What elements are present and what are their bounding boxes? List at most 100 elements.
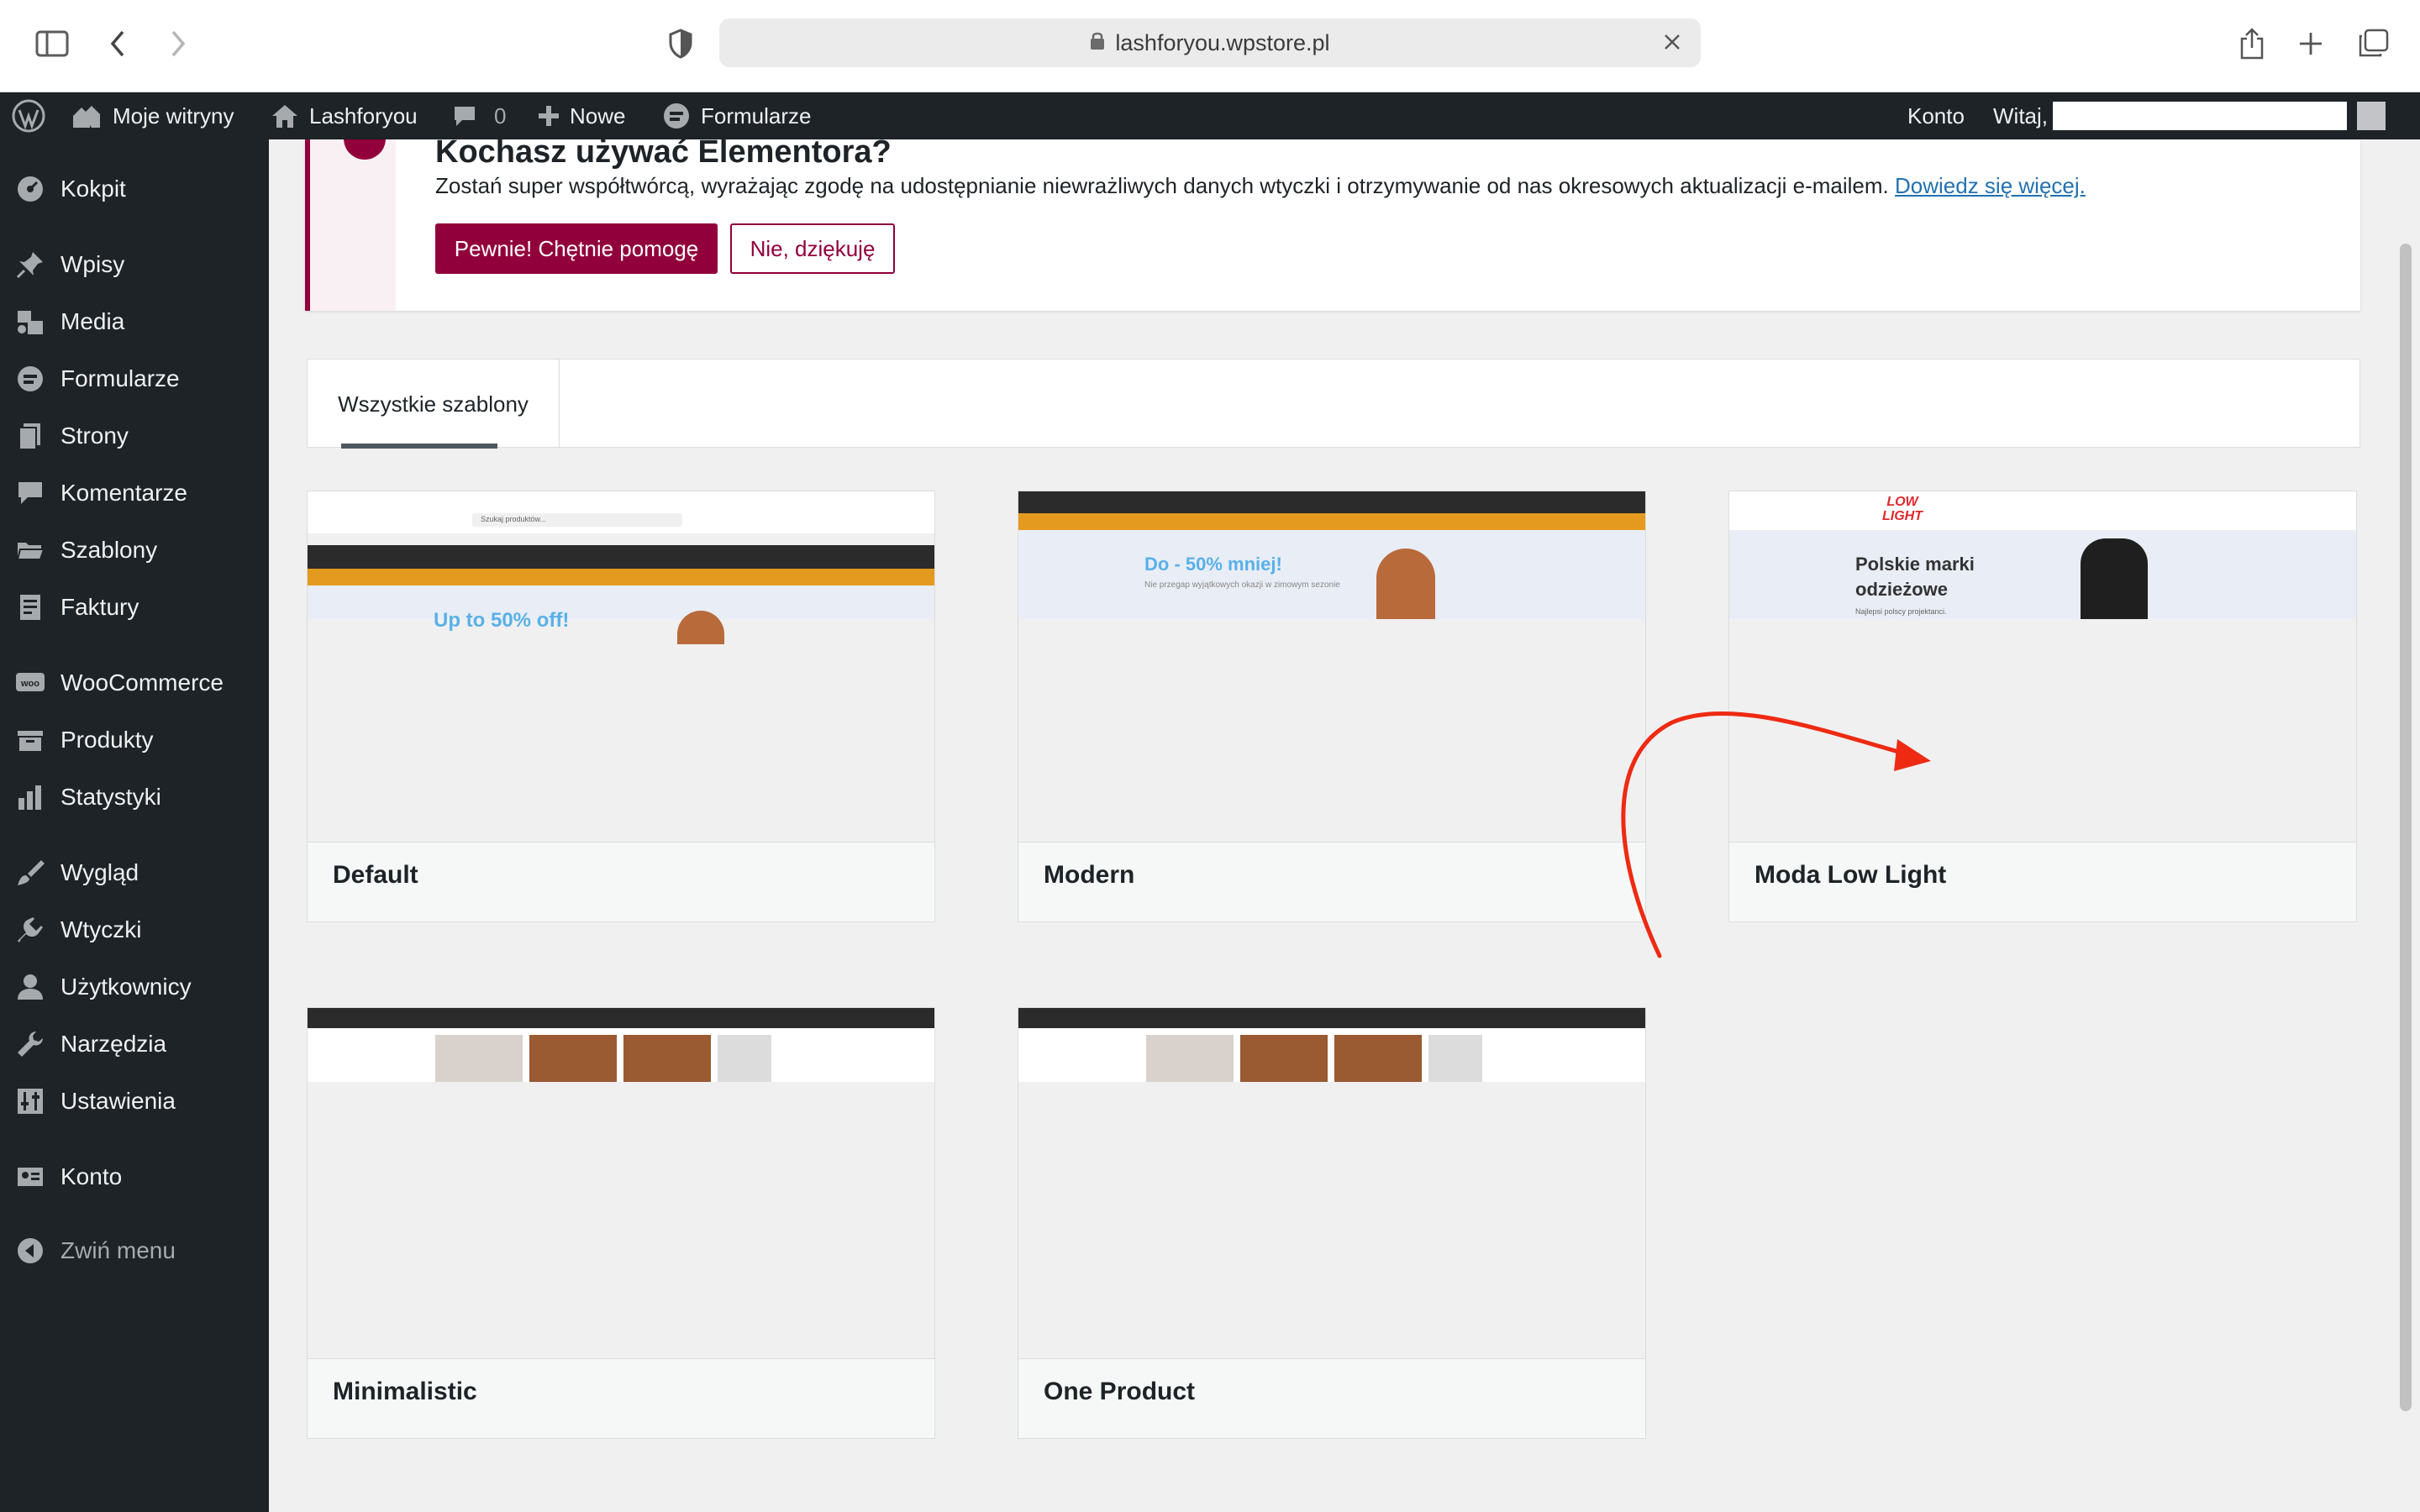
preview-products xyxy=(1018,1028,1645,1082)
sidebar-item-statistics[interactable]: Statystyki xyxy=(0,771,269,823)
preview-product-photo xyxy=(1146,1035,1234,1082)
accept-button[interactable]: Pewnie! Chętnie pomogę xyxy=(435,223,718,274)
preview-nav xyxy=(1018,491,1645,513)
my-sites-menu[interactable]: Moje witryny xyxy=(71,92,234,139)
comments-count: 0 xyxy=(494,102,507,129)
sidebar-item-invoices[interactable]: Faktury xyxy=(0,581,269,633)
decline-button[interactable]: Nie, dziękuję xyxy=(730,223,895,274)
media-icon xyxy=(15,307,45,337)
sidebar-item-label: Użytkownicy xyxy=(60,974,192,1000)
template-preview[interactable]: Do - 50% mniej! Nie przegap wyjątkowych … xyxy=(1018,491,1645,843)
learn-more-link[interactable]: Dowiedz się więcej. xyxy=(1895,173,2086,198)
preview-model-photo xyxy=(2081,538,2148,619)
sidebar-item-users[interactable]: Użytkownicy xyxy=(0,961,269,1013)
invoice-icon xyxy=(15,592,45,622)
elementor-usage-notice: Kochasz używać Elementora? Zostań super … xyxy=(305,139,2360,311)
sidebar-item-label: Komentarze xyxy=(60,480,187,506)
sidebar-item-forms[interactable]: Formularze xyxy=(0,353,269,405)
sidebar-item-appearance[interactable]: Wygląd xyxy=(0,847,269,899)
notice-title: Kochasz używać Elementora? xyxy=(435,139,892,170)
sidebar-item-woocommerce[interactable]: woo WooCommerce xyxy=(0,657,269,709)
preview-hero: Do - 50% mniej! Nie przegap wyjątkowych … xyxy=(1018,530,1645,619)
comments-menu[interactable]: 0 xyxy=(452,92,506,139)
template-card-minimalistic[interactable]: Minimalistic xyxy=(307,1007,935,1439)
tab-overview-icon[interactable] xyxy=(2353,24,2393,64)
template-preview[interactable] xyxy=(308,1008,934,1359)
sidebar-item-settings[interactable]: Ustawienia xyxy=(0,1075,269,1127)
preview-product-photo xyxy=(1240,1035,1328,1082)
sidebar-item-media[interactable]: Media xyxy=(0,296,269,348)
pages-icon xyxy=(15,421,45,451)
sidebar-item-label: WooCommerce xyxy=(60,669,224,696)
dashboard-icon xyxy=(15,174,45,204)
template-card-modern[interactable]: Do - 50% mniej! Nie przegap wyjątkowych … xyxy=(1018,491,1646,922)
preview-product-photo xyxy=(529,1035,617,1082)
template-card-one-product[interactable]: One Product xyxy=(1018,1007,1646,1439)
tab-all-templates[interactable]: Wszystkie szablony xyxy=(308,360,560,449)
collapse-arrow-icon xyxy=(15,1236,45,1266)
bar-chart-icon xyxy=(15,782,45,812)
sidebar-item-dashboard[interactable]: Kokpit xyxy=(0,163,269,215)
sidebar-item-posts[interactable]: Wpisy xyxy=(0,239,269,291)
clear-url-icon[interactable] xyxy=(1654,24,1691,60)
sidebar-item-label: Formularze xyxy=(60,365,180,391)
sidebar-item-pages[interactable]: Strony xyxy=(0,410,269,462)
template-name: Minimalistic xyxy=(333,1378,477,1405)
preview-nav xyxy=(1018,1008,1645,1028)
template-card-default[interactable]: Szukaj produktów... Up to 50% off! Defau… xyxy=(307,491,935,922)
collapse-menu-button[interactable]: Zwiń menu xyxy=(0,1225,269,1277)
products-icon xyxy=(15,725,45,755)
sidebar-item-label: Statystyki xyxy=(60,784,161,810)
new-tab-icon[interactable] xyxy=(2291,24,2331,64)
sidebar-item-label: Media xyxy=(60,308,125,334)
template-preview[interactable]: LOW LIGHT Polskie marki odzieżowe Najlep… xyxy=(1729,491,2356,843)
preview-header: Szukaj produktów... xyxy=(308,508,934,533)
sidebar-item-label: Zwiń menu xyxy=(60,1237,176,1263)
user-icon xyxy=(15,972,45,1002)
preview-product-photo xyxy=(1334,1035,1422,1082)
sidebar-item-comments[interactable]: Komentarze xyxy=(0,467,269,519)
comment-icon xyxy=(15,478,45,508)
forms-label: Formularze xyxy=(701,102,812,129)
new-content-menu[interactable]: Nowe xyxy=(538,92,625,139)
user-greeting-menu[interactable]: Witaj, xyxy=(1993,92,2386,139)
sidebar-item-products[interactable]: Produkty xyxy=(0,714,269,766)
sidebar-item-tools[interactable]: Narzędzia xyxy=(0,1018,269,1070)
template-card-moda-low-light[interactable]: LOW LIGHT Polskie marki odzieżowe Najlep… xyxy=(1728,491,2357,922)
preview-product-photo xyxy=(435,1035,523,1082)
forward-icon[interactable] xyxy=(158,24,198,64)
browser-toolbar: lashforyou.wpstore.pl xyxy=(0,0,2420,92)
preview-hero: Up to 50% off! xyxy=(308,585,934,644)
avatar xyxy=(2357,102,2386,130)
sidebar-toggle-icon[interactable] xyxy=(32,24,72,64)
page-scrollbar[interactable] xyxy=(2400,244,2412,1411)
privacy-shield-icon[interactable] xyxy=(660,24,701,64)
account-menu[interactable]: Konto xyxy=(1907,92,1965,139)
sidebar-item-label: Wpisy xyxy=(60,251,125,277)
lock-icon xyxy=(1090,30,1105,56)
site-name-menu[interactable]: Lashforyou xyxy=(271,92,418,139)
preview-banner-text: Up to 50% off! xyxy=(434,609,570,632)
preview-promo xyxy=(1018,513,1645,530)
template-preview[interactable] xyxy=(1018,1008,1645,1359)
preview-hero: Polskie marki odzieżowe Najlepsi polscy … xyxy=(1729,530,2356,619)
url-text: lashforyou.wpstore.pl xyxy=(1115,29,1330,55)
back-icon[interactable] xyxy=(97,24,138,64)
preview-model-photo xyxy=(1376,549,1435,619)
notice-sidebar xyxy=(310,139,396,311)
sidebar-item-label: Kokpit xyxy=(60,176,126,202)
forms-menu[interactable]: Formularze xyxy=(662,92,811,139)
sidebar-item-account[interactable]: Konto xyxy=(0,1151,269,1203)
sidebar-item-templates[interactable]: Szablony xyxy=(0,524,269,576)
sidebar-item-label: Wygląd xyxy=(60,859,139,885)
sidebar-item-plugins[interactable]: Wtyczki xyxy=(0,904,269,956)
share-icon[interactable] xyxy=(2232,24,2272,64)
template-preview[interactable]: Szukaj produktów... Up to 50% off! xyxy=(308,491,934,843)
sidebar-item-label: Wtyczki xyxy=(60,916,142,942)
wordpress-logo-icon[interactable] xyxy=(12,92,45,139)
sidebar-item-label: Strony xyxy=(60,423,129,449)
address-bar[interactable]: lashforyou.wpstore.pl xyxy=(719,18,1701,67)
preview-search-placeholder: Szukaj produktów... xyxy=(481,515,547,523)
template-name: One Product xyxy=(1044,1378,1196,1405)
notice-text: Zostań super współtwórcą, wyrażając zgod… xyxy=(435,173,2086,199)
